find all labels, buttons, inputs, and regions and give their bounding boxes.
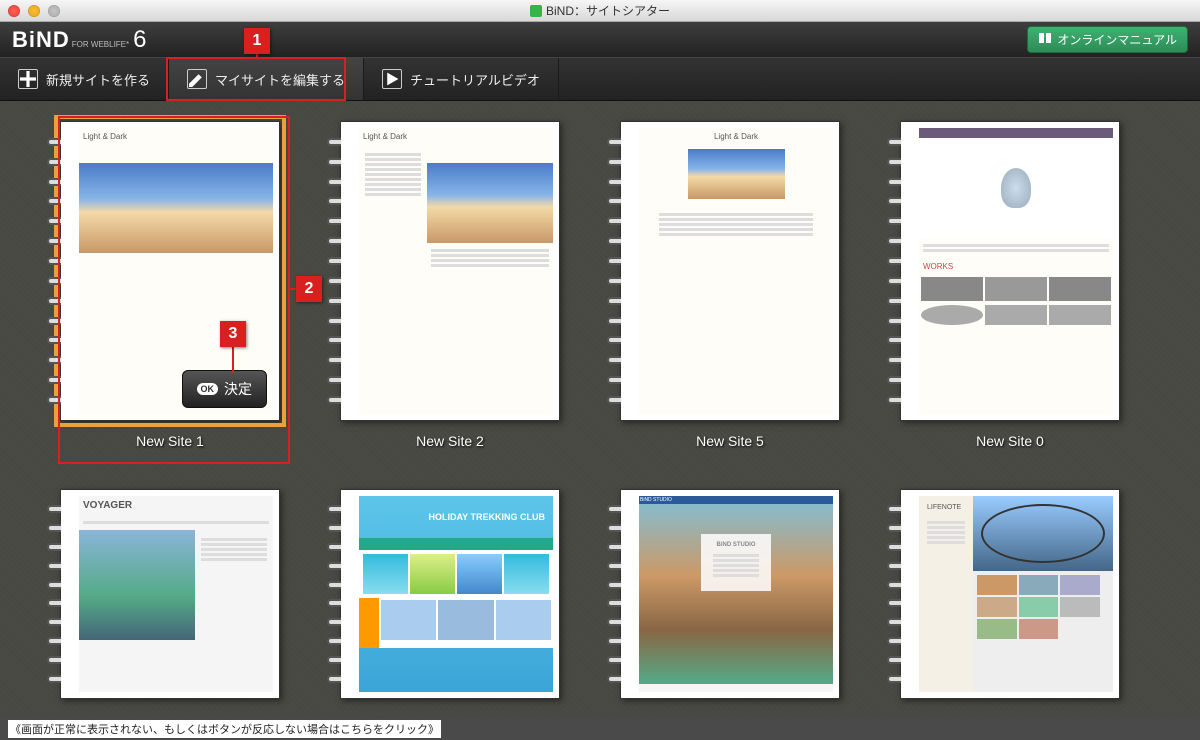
site-thumbnail[interactable]: HOLIDAY TREKKING CLUB — [340, 489, 560, 699]
brand-name: BiND — [12, 27, 70, 53]
callout-2: 2 — [296, 276, 322, 302]
callout-2-connector — [288, 288, 296, 290]
mac-titlebar: BiND：サイトシアター — [0, 0, 1200, 22]
site-card: Light & Dark New Site 5 — [620, 121, 840, 449]
site-theater-grid: Light & Dark OK 決定 New Site 1 Light & Da… — [0, 101, 1200, 718]
site-card: Light & Dark New Site 2 — [340, 121, 560, 449]
thumbnail-preview: Light & Dark — [639, 128, 833, 414]
site-card: LIFENOTE — [900, 489, 1120, 699]
site-card: VOYAGER — [60, 489, 280, 699]
book-icon — [1038, 31, 1052, 48]
site-name-label: New Site 0 — [976, 433, 1044, 449]
manual-button-label: オンラインマニュアル — [1057, 31, 1177, 48]
site-name-label: New Site 5 — [696, 433, 764, 449]
thumbnail-preview: BiND STUDIO BiND STUDIO — [639, 496, 833, 692]
new-site-button[interactable]: 新規サイトを作る — [0, 58, 169, 100]
thumbnail-preview: Light & Dark — [359, 128, 553, 414]
online-manual-button[interactable]: オンラインマニュアル — [1027, 26, 1188, 53]
site-name-label: New Site 1 — [136, 433, 204, 449]
site-thumbnail[interactable]: Light & Dark — [620, 121, 840, 421]
ok-label: 決定 — [224, 379, 252, 399]
confirm-ok-button[interactable]: OK 決定 — [182, 370, 268, 408]
site-thumbnail[interactable]: Light & Dark OK 決定 — [60, 121, 280, 421]
thumbnail-preview: WORKS — [919, 128, 1113, 414]
play-icon — [382, 69, 402, 89]
new-site-label: 新規サイトを作る — [46, 70, 150, 89]
brand-tagline: FOR WEBLIFE* — [72, 40, 129, 49]
edit-my-site-button[interactable]: マイサイトを編集する — [169, 58, 364, 100]
callout-3: 3 — [220, 321, 246, 347]
tutorial-video-label: チュートリアルビデオ — [410, 70, 540, 89]
edit-my-site-label: マイサイトを編集する — [215, 70, 345, 89]
window-title: BiND：サイトシアター — [0, 2, 1200, 19]
app-header: BiND FOR WEBLIFE* 6 オンラインマニュアル — [0, 22, 1200, 57]
tutorial-video-button[interactable]: チュートリアルビデオ — [364, 58, 559, 100]
thumbnail-preview: HOLIDAY TREKKING CLUB — [359, 496, 553, 692]
site-card: BiND STUDIO BiND STUDIO — [620, 489, 840, 699]
site-card: Light & Dark OK 決定 New Site 1 — [60, 121, 280, 449]
site-card: HOLIDAY TREKKING CLUB — [340, 489, 560, 699]
site-thumbnail[interactable]: VOYAGER — [60, 489, 280, 699]
brand-logo: BiND FOR WEBLIFE* 6 — [12, 26, 147, 54]
site-card: WORKS New Site 0 — [900, 121, 1120, 449]
site-thumbnail[interactable]: WORKS — [900, 121, 1120, 421]
site-thumbnail[interactable]: LIFENOTE — [900, 489, 1120, 699]
edit-icon — [187, 69, 207, 89]
site-thumbnail[interactable]: Light & Dark — [340, 121, 560, 421]
callout-1-connector — [256, 54, 258, 58]
callout-3-connector — [232, 347, 234, 373]
troubleshoot-note[interactable]: 《画面が正常に表示されない、もしくはボタンが反応しない場合はこちらをクリック》 — [8, 720, 441, 738]
site-name-label: New Site 2 — [416, 433, 484, 449]
plus-icon — [18, 69, 38, 89]
callout-1: 1 — [244, 28, 270, 54]
ok-badge: OK — [197, 383, 219, 395]
binder-rings — [47, 132, 61, 410]
thumbnail-preview: VOYAGER — [79, 496, 273, 692]
brand-version: 6 — [133, 26, 147, 54]
main-toolbar: 新規サイトを作る マイサイトを編集する チュートリアルビデオ — [0, 57, 1200, 101]
site-thumbnail[interactable]: BiND STUDIO BiND STUDIO — [620, 489, 840, 699]
thumbnail-preview: LIFENOTE — [919, 496, 1113, 692]
app-icon — [530, 5, 542, 17]
window-title-text: BiND：サイトシアター — [546, 2, 670, 19]
